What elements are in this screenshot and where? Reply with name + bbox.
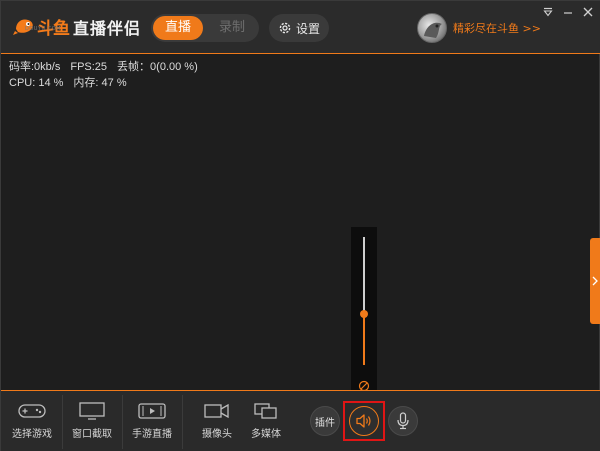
select-game-label: 选择游戏 — [12, 429, 52, 440]
title-bar: 斗鱼 DOUYU.COM 直播伴侣 直播 录制 设置 精彩尽在斗鱼 >> — [1, 1, 600, 54]
volume-popup — [351, 227, 377, 393]
gear-icon — [279, 22, 291, 34]
dropped-frames-stat: 丢帧：0(0.00 %) — [117, 61, 198, 73]
avatar[interactable] — [417, 13, 447, 43]
app-window: 斗鱼 DOUYU.COM 直播伴侣 直播 录制 设置 精彩尽在斗鱼 >> 码率:… — [0, 0, 600, 451]
mute-icon[interactable] — [358, 377, 370, 392]
volume-slider-fill — [363, 313, 365, 365]
user-area[interactable]: 精彩尽在斗鱼 >> — [417, 12, 541, 44]
bitrate-stat: 码率:0kb/s — [9, 61, 61, 73]
window-capture-button[interactable]: 窗口截取 — [62, 391, 122, 451]
chevron-right-icon — [592, 276, 598, 286]
volume-slider-knob[interactable] — [360, 309, 368, 318]
select-game-button[interactable]: 选择游戏 — [2, 391, 62, 451]
side-panel-toggle[interactable] — [590, 238, 600, 324]
stats-line-1: 码率:0kb/s FPS:25 丢帧：0(0.00 %) — [9, 58, 198, 74]
monitor-icon — [79, 402, 105, 420]
mobile-game-live-button[interactable]: 手游直播 — [122, 391, 182, 451]
tab-live[interactable]: 直播 — [153, 16, 203, 40]
camera-icon — [204, 403, 229, 419]
memory-stat: 内存: 47 % — [73, 77, 127, 89]
logo-subtext: DOUYU.COM — [25, 26, 61, 32]
microphone-button[interactable] — [388, 406, 418, 436]
multimedia-icon — [254, 403, 277, 419]
mobile-game-live-label: 手游直播 — [132, 429, 172, 440]
settings-button[interactable]: 设置 — [269, 14, 329, 42]
toolbar-divider — [182, 395, 183, 449]
dropdown-menu-icon[interactable] — [541, 5, 555, 19]
cpu-stat: CPU: 14 % — [9, 77, 64, 89]
settings-label: 设置 — [295, 21, 320, 36]
camera-label: 摄像头 — [202, 429, 232, 440]
stats-line-2: CPU: 14 % 内存: 47 % — [9, 74, 127, 90]
close-icon[interactable] — [581, 5, 595, 19]
multimedia-label: 多媒体 — [251, 429, 281, 440]
microphone-icon — [397, 412, 409, 430]
plugin-button[interactable]: 插件 — [310, 406, 340, 436]
speaker-icon — [356, 414, 371, 428]
user-link[interactable]: 精彩尽在斗鱼 >> — [453, 20, 541, 36]
fps-stat: FPS:25 — [70, 61, 108, 73]
mode-switch: 直播 录制 — [151, 14, 259, 42]
tab-record[interactable]: 录制 — [207, 16, 257, 40]
window-controls — [541, 5, 595, 19]
multimedia-button[interactable]: 多媒体 — [236, 391, 296, 451]
bottom-toolbar: 选择游戏 窗口截取 手游直播 摄像头 多媒体 插件 — [1, 390, 600, 451]
app-title: 直播伴侣 — [73, 19, 142, 38]
gamepad-icon — [18, 404, 46, 418]
speaker-button[interactable] — [349, 406, 379, 436]
mobile-screen-icon — [138, 403, 166, 419]
window-capture-label: 窗口截取 — [72, 429, 112, 440]
minimize-icon[interactable] — [561, 5, 575, 19]
stream-preview: 码率:0kb/s FPS:25 丢帧：0(0.00 %) CPU: 14 % 内存: … — [2, 55, 600, 390]
plugin-label: 插件 — [315, 417, 335, 429]
